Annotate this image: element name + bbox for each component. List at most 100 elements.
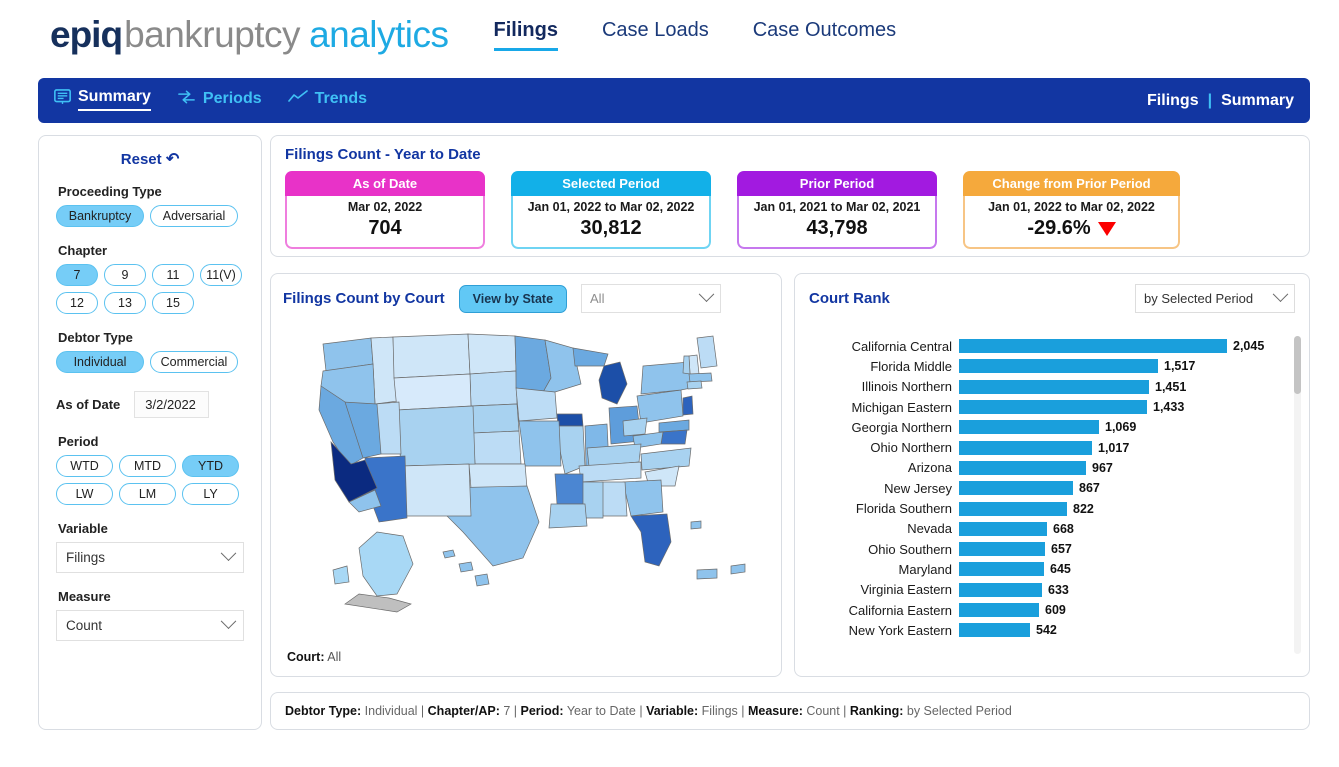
court-filter-select[interactable]: All — [581, 284, 722, 313]
kpi-card-selected-period: Selected Period Jan 01, 2022 to Mar 02, … — [511, 171, 711, 249]
status-segment-key: Debtor Type: — [285, 704, 362, 718]
ranking-select[interactable]: by Selected Period — [1135, 284, 1295, 313]
bar-category-label: Maryland — [898, 561, 952, 577]
kpi-card-header: Change from Prior Period — [963, 171, 1180, 196]
kpi-card-body: Jan 01, 2022 to Mar 02, 2022 30,812 — [511, 196, 711, 249]
chip-individual[interactable]: Individual — [56, 351, 144, 373]
bar-value-label: 1,433 — [1153, 400, 1185, 415]
kpi-card-header: Selected Period — [511, 171, 711, 196]
chip-period-wtd[interactable]: WTD — [56, 455, 113, 477]
brand-logo: epiq bankruptcy analytics — [50, 14, 449, 56]
chip-chapter-11v[interactable]: 11(V) — [200, 264, 242, 286]
measure-select[interactable]: Count — [56, 610, 244, 641]
kpi-card-body: Jan 01, 2021 to Mar 02, 2021 43,798 — [737, 196, 937, 249]
reset-button[interactable]: Reset ↷ — [56, 149, 244, 169]
variable-select-value: Filings — [66, 550, 106, 565]
status-segment-value: by Selected Period — [903, 704, 1012, 718]
bar-category-label: New Jersey — [884, 480, 952, 496]
chip-chapter-12[interactable]: 12 — [56, 292, 98, 314]
filter-sidebar: Reset ↷ Proceeding Type Bankruptcy Adver… — [38, 135, 262, 730]
tab-filings[interactable]: Filings — [493, 19, 558, 51]
bar-row[interactable]: Maryland 645 — [809, 559, 1277, 579]
chip-chapter-15[interactable]: 15 — [152, 292, 194, 314]
bar-row[interactable]: Georgia Northern 1,069 — [809, 417, 1277, 437]
bar-row[interactable]: Arizona 967 — [809, 458, 1277, 478]
tab-case-loads[interactable]: Case Loads — [602, 19, 709, 48]
bar-value-label: 542 — [1036, 623, 1057, 638]
kpi-card-row: As of Date Mar 02, 2022 704 Selected Per… — [285, 171, 1295, 249]
bar-value-label: 1,517 — [1164, 359, 1196, 374]
nav-item-summary[interactable]: Summary — [54, 88, 151, 114]
status-segment-value: Count | — [802, 704, 850, 718]
chip-period-lm[interactable]: LM — [119, 483, 176, 505]
chip-period-ytd[interactable]: YTD — [182, 455, 239, 477]
chip-commercial[interactable]: Commercial — [150, 351, 238, 373]
bar-row[interactable]: Ohio Southern 657 — [809, 539, 1277, 559]
us-choropleth-map[interactable] — [293, 326, 763, 626]
rank-scrollbar-track[interactable] — [1294, 336, 1301, 654]
tab-case-outcomes[interactable]: Case Outcomes — [753, 19, 896, 48]
bar-fill — [959, 501, 1067, 516]
bar-row[interactable]: Michigan Eastern 1,433 — [809, 397, 1277, 417]
bar-row[interactable]: New York Eastern 542 — [809, 620, 1277, 640]
status-segment-key: Chapter/AP: — [427, 704, 500, 718]
as-of-date-input[interactable]: 3/2/2022 — [134, 391, 210, 418]
chip-chapter-13[interactable]: 13 — [104, 292, 146, 314]
nav-item-trends[interactable]: Trends — [287, 89, 367, 112]
map-footer-label: Court: — [287, 650, 325, 664]
bar-row[interactable]: California Eastern 609 — [809, 600, 1277, 620]
down-triangle-icon — [1097, 222, 1116, 236]
bar-category-label: Nevada — [907, 521, 952, 537]
bar-fill — [959, 440, 1092, 455]
bar-fill — [959, 379, 1149, 394]
chip-period-mtd[interactable]: MTD — [119, 455, 176, 477]
bar-value-label: 822 — [1073, 501, 1094, 516]
bar-row[interactable]: Ohio Northern 1,017 — [809, 437, 1277, 457]
kpi-card-value: 704 — [368, 217, 402, 239]
bar-row[interactable]: New Jersey 867 — [809, 478, 1277, 498]
bar-fill — [959, 400, 1147, 415]
bar-category-label: Florida Middle — [870, 358, 952, 374]
view-by-state-button[interactable]: View by State — [458, 284, 568, 313]
chevron-down-icon — [1272, 286, 1289, 303]
bar-fill — [959, 481, 1073, 496]
bar-row[interactable]: Virginia Eastern 633 — [809, 580, 1277, 600]
chip-period-lw[interactable]: LW — [56, 483, 113, 505]
kpi-card-subtext: Jan 01, 2022 to Mar 02, 2022 — [988, 200, 1155, 214]
bar-row[interactable]: Florida Middle 1,517 — [809, 356, 1277, 376]
bar-fill — [959, 582, 1042, 597]
nav-item-periods[interactable]: Periods — [177, 89, 262, 113]
bar-row[interactable]: Florida Southern 822 — [809, 498, 1277, 518]
kpi-card-value: 30,812 — [580, 217, 642, 239]
debtor-type-label: Debtor Type — [58, 330, 133, 345]
bar-category-label: New York Eastern — [848, 622, 952, 638]
bar-row[interactable]: Illinois Northern 1,451 — [809, 377, 1277, 397]
bar-value-label: 967 — [1092, 460, 1113, 475]
proceeding-type-options: Bankruptcy Adversarial — [56, 205, 244, 227]
filter-group-measure: Measure Count — [56, 589, 244, 641]
kpi-panel-title: Filings Count - Year to Date — [285, 146, 481, 163]
chip-bankruptcy[interactable]: Bankruptcy — [56, 205, 144, 227]
chip-chapter-11[interactable]: 11 — [152, 264, 194, 286]
bar-row[interactable]: California Central 2,045 — [809, 336, 1277, 356]
bar-row[interactable]: Nevada 668 — [809, 519, 1277, 539]
chip-adversarial[interactable]: Adversarial — [150, 205, 238, 227]
court-filter-value: All — [590, 291, 605, 306]
chip-chapter-9[interactable]: 9 — [104, 264, 146, 286]
bar-value-label: 1,017 — [1098, 440, 1130, 455]
kpi-card-prior-period: Prior Period Jan 01, 2021 to Mar 02, 202… — [737, 171, 937, 249]
breadcrumb-page: Summary — [1221, 91, 1294, 109]
chip-period-ly[interactable]: LY — [182, 483, 239, 505]
filings-count-kpi-panel: Filings Count - Year to Date As of Date … — [270, 135, 1310, 257]
bar-value-label: 633 — [1048, 582, 1069, 597]
rank-scrollbar-thumb[interactable] — [1294, 336, 1301, 394]
chapter-options: 7 9 11 11(V) 12 13 15 — [56, 264, 244, 314]
status-segment-key: Variable: — [646, 704, 699, 718]
variable-select[interactable]: Filings — [56, 542, 244, 573]
map-panel-title: Filings Count by Court — [283, 290, 445, 307]
chip-chapter-7[interactable]: 7 — [56, 264, 98, 286]
bar-value-label: 2,045 — [1233, 339, 1265, 354]
bar-category-label: California Central — [851, 338, 952, 354]
measure-select-value: Count — [66, 618, 103, 633]
bar-value-label: 1,069 — [1105, 420, 1137, 435]
